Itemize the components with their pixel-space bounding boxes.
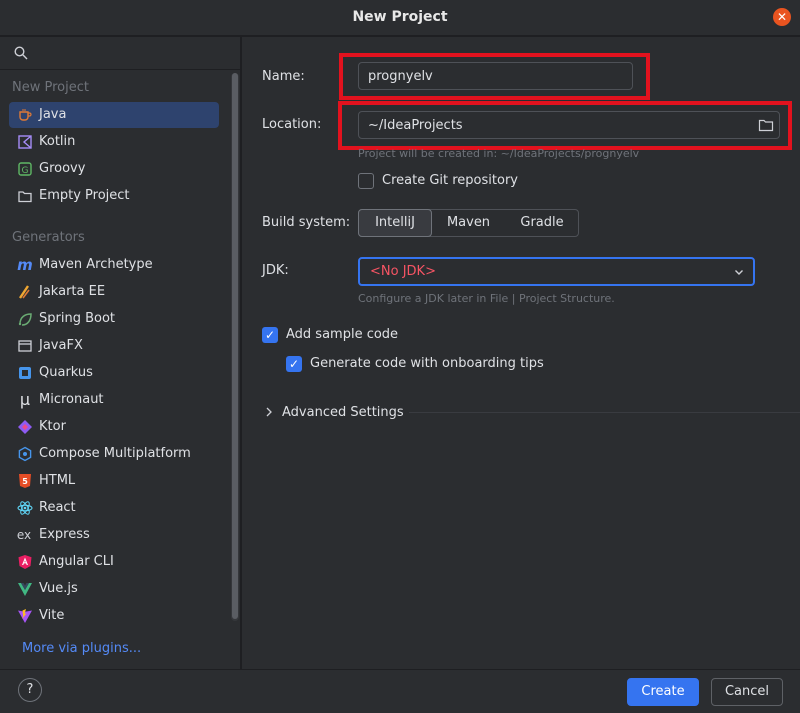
- section-header-generators: Generators: [12, 230, 85, 245]
- sidebar-item-quarkus[interactable]: Quarkus: [9, 360, 219, 386]
- sidebar-item-javafx[interactable]: JavaFX: [9, 333, 219, 359]
- sidebar-item-vuejs[interactable]: Vue.js: [9, 576, 219, 602]
- sidebar-item-label: JavaFX: [39, 338, 83, 353]
- onboarding-tips-checkbox[interactable]: ✓: [286, 356, 302, 372]
- compose-icon: [17, 446, 33, 462]
- project-settings-panel: Name: prognyelv Location: ~/IdeaProjects…: [242, 37, 800, 669]
- cancel-button[interactable]: Cancel: [711, 678, 783, 706]
- sidebar-item-react[interactable]: React: [9, 495, 219, 521]
- javafx-icon: [17, 338, 33, 354]
- location-highlight-box: [338, 101, 792, 150]
- location-hint: Project will be created in: ~/IdeaProjec…: [358, 147, 640, 160]
- sidebar-item-angular-cli[interactable]: Angular CLI: [9, 549, 219, 575]
- title-bar: New Project ✕: [0, 0, 800, 36]
- location-label: Location:: [262, 117, 322, 132]
- sidebar-item-kotlin[interactable]: Kotlin: [9, 129, 219, 155]
- sidebar-item-label: HTML: [39, 473, 76, 488]
- add-sample-code-checkbox[interactable]: ✓: [262, 327, 278, 343]
- sidebar-item-label: Kotlin: [39, 134, 76, 149]
- vue-icon: [17, 581, 33, 597]
- sidebar-item-java[interactable]: Java: [9, 102, 219, 128]
- create-button[interactable]: Create: [627, 678, 699, 706]
- build-system-selector: IntelliJ Maven Gradle: [358, 209, 579, 237]
- build-system-label: Build system:: [262, 215, 351, 230]
- sidebar-item-vite[interactable]: Vite: [9, 603, 219, 629]
- close-icon: ✕: [776, 10, 788, 24]
- jdk-hint: Configure a JDK later in File | Project …: [358, 292, 615, 305]
- build-system-maven[interactable]: Maven: [432, 210, 505, 236]
- folder-icon: [17, 188, 33, 204]
- sidebar-item-label: Vite: [39, 608, 65, 623]
- sidebar-item-groovy[interactable]: G Groovy: [9, 156, 219, 182]
- sidebar-item-empty-project[interactable]: Empty Project: [9, 183, 219, 209]
- sidebar-search[interactable]: [0, 37, 241, 70]
- sidebar-item-label: Express: [39, 527, 90, 542]
- close-button[interactable]: ✕: [773, 8, 791, 26]
- build-system-gradle[interactable]: Gradle: [505, 210, 579, 236]
- name-label: Name:: [262, 69, 305, 84]
- add-sample-code-label[interactable]: Add sample code: [286, 327, 398, 342]
- jakarta-icon: [17, 284, 33, 300]
- onboarding-tips-label[interactable]: Generate code with onboarding tips: [310, 356, 544, 371]
- section-header-new-project: New Project: [12, 80, 89, 95]
- kotlin-icon: [17, 134, 33, 150]
- html5-icon: 5: [17, 473, 33, 489]
- angular-icon: [17, 554, 33, 570]
- sidebar-item-label: Maven Archetype: [39, 257, 153, 272]
- create-git-label[interactable]: Create Git repository: [382, 173, 518, 188]
- sidebar-item-jakarta-ee[interactable]: Jakarta EE: [9, 279, 219, 305]
- create-git-checkbox[interactable]: [358, 173, 374, 189]
- quarkus-icon: [17, 365, 33, 381]
- checkmark-icon: ✓: [264, 328, 276, 342]
- react-icon: [17, 500, 33, 516]
- sidebar-item-label: Jakarta EE: [39, 284, 106, 299]
- ktor-icon: [17, 419, 33, 435]
- java-cup-icon: [17, 107, 33, 123]
- chevron-down-icon: [733, 266, 745, 282]
- sidebar-item-label: Angular CLI: [39, 554, 114, 569]
- sidebar-item-html[interactable]: 5 HTML: [9, 468, 219, 494]
- sidebar-item-express[interactable]: ex Express: [9, 522, 219, 548]
- sidebar-item-maven-archetype[interactable]: m Maven Archetype: [9, 252, 219, 278]
- jdk-dropdown[interactable]: <No JDK>: [358, 257, 755, 286]
- sidebar-item-ktor[interactable]: Ktor: [9, 414, 219, 440]
- express-icon: ex: [16, 528, 32, 542]
- micronaut-icon: µ: [19, 390, 31, 409]
- svg-text:G: G: [22, 166, 29, 176]
- sidebar-scrollbar-thumb[interactable]: [232, 73, 238, 619]
- sidebar-item-label: Micronaut: [39, 392, 104, 407]
- search-icon: [14, 46, 28, 60]
- sidebar-item-label: Compose Multiplatform: [39, 446, 191, 461]
- jdk-selected-value: <No JDK>: [370, 264, 436, 279]
- help-button[interactable]: ?: [18, 678, 42, 702]
- sidebar-item-spring-boot[interactable]: Spring Boot: [9, 306, 219, 332]
- window-title: New Project: [352, 9, 448, 25]
- sidebar-item-label: Ktor: [39, 419, 66, 434]
- sidebar-item-micronaut[interactable]: µ Micronaut: [9, 387, 219, 413]
- sidebar-item-label: Groovy: [39, 161, 86, 176]
- name-highlight-box: [339, 53, 650, 100]
- sidebar-item-label: Spring Boot: [39, 311, 116, 326]
- groovy-icon: G: [17, 161, 33, 177]
- advanced-settings-toggle[interactable]: Advanced Settings: [282, 405, 404, 420]
- jdk-label: JDK:: [262, 263, 289, 278]
- more-via-plugins-link[interactable]: More via plugins...: [22, 641, 141, 656]
- dialog-footer: ? Create Cancel: [0, 669, 800, 713]
- sidebar-item-label: Vue.js: [39, 581, 78, 596]
- svg-text:5: 5: [22, 477, 28, 486]
- vite-icon: [17, 608, 33, 624]
- sidebar-item-compose-multiplatform[interactable]: Compose Multiplatform: [9, 441, 219, 467]
- sidebar-item-label: Empty Project: [39, 188, 130, 203]
- sidebar-item-label: React: [39, 500, 76, 515]
- chevron-right-icon[interactable]: [264, 406, 274, 422]
- advanced-settings-divider: [409, 412, 800, 413]
- sidebar-item-label: Quarkus: [39, 365, 93, 380]
- build-system-intellij[interactable]: IntelliJ: [358, 209, 432, 237]
- sidebar-item-label: Java: [39, 107, 67, 122]
- spring-boot-icon: [17, 311, 33, 327]
- checkmark-icon: ✓: [288, 357, 300, 371]
- sidebar: New Project Java Kotlin G Groovy Empty P…: [0, 37, 241, 669]
- maven-icon: m: [17, 256, 33, 274]
